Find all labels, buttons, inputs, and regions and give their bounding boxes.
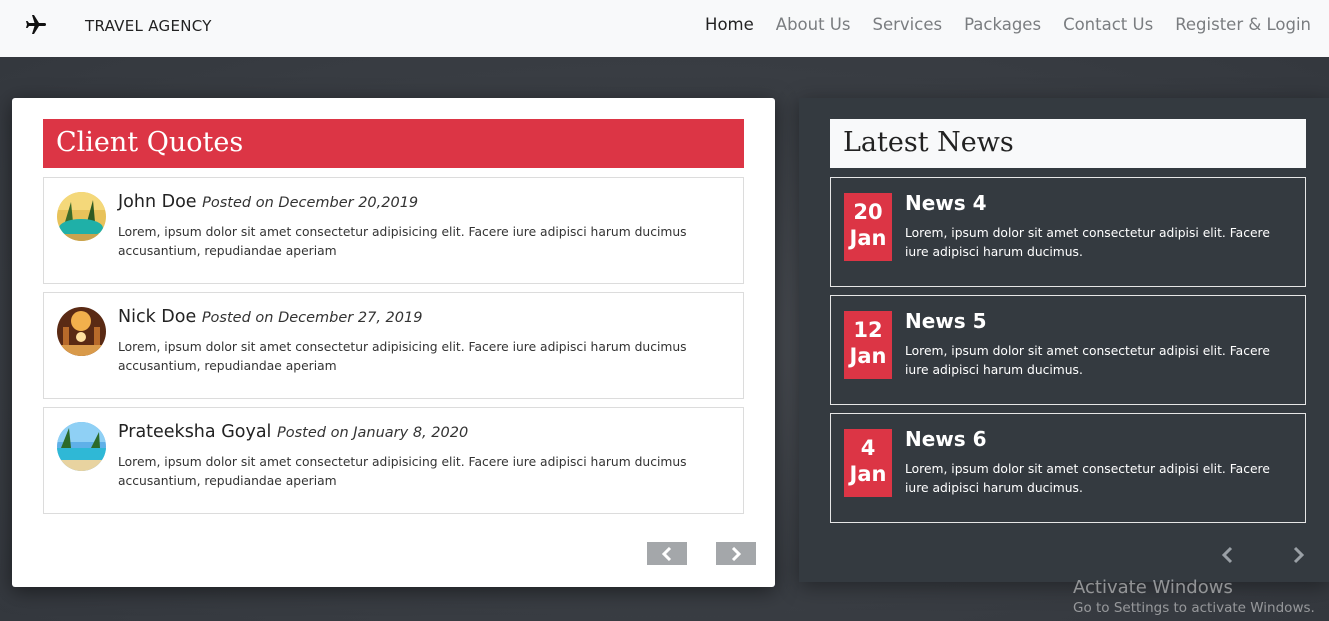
airplane-icon[interactable] (24, 13, 48, 37)
latest-news-title: Latest News (843, 127, 1014, 158)
client-quotes-panel: Client Quotes John Doe Posted on Decembe… (12, 98, 775, 587)
quote-author: Nick Doe Posted on December 27, 2019 (118, 307, 422, 327)
quote-author: John Doe Posted on December 20,2019 (118, 192, 418, 212)
chevron-right-icon (731, 546, 742, 561)
news-date-badge: 12 Jan (844, 311, 892, 379)
quote-card: Nick Doe Posted on December 27, 2019 Lor… (43, 292, 744, 399)
news-card: 12 Jan News 5 Lorem, ipsum dolor sit ame… (830, 295, 1306, 405)
news-date-month: Jan (849, 344, 887, 368)
nav-link-about-us[interactable]: About Us (776, 15, 851, 34)
avatar (57, 422, 106, 471)
nav-link-packages[interactable]: Packages (964, 15, 1041, 34)
news-date-badge: 4 Jan (844, 429, 892, 497)
news-card: 4 Jan News 6 Lorem, ipsum dolor sit amet… (830, 413, 1306, 523)
navbar: TRAVEL AGENCY Home About Us Services Pac… (0, 0, 1329, 57)
news-date-month: Jan (849, 226, 887, 250)
nav-link-home[interactable]: Home (705, 15, 754, 34)
quotes-prev-button[interactable] (647, 542, 687, 565)
quote-card: Prateeksha Goyal Posted on January 8, 20… (43, 407, 744, 514)
quote-author: Prateeksha Goyal Posted on January 8, 20… (118, 422, 468, 442)
nav-link-contact-us[interactable]: Contact Us (1063, 15, 1153, 34)
brand-name[interactable]: TRAVEL AGENCY (85, 17, 212, 35)
news-text: Lorem, ipsum dolor sit amet consectetur … (905, 344, 1270, 377)
windows-activation-watermark: Activate Windows Go to Settings to activ… (1073, 577, 1315, 616)
quote-text: Lorem, ipsum dolor sit amet consectetur … (118, 455, 687, 488)
news-title[interactable]: News 6 (905, 427, 987, 451)
news-text: Lorem, ipsum dolor sit amet consectetur … (905, 226, 1270, 259)
quote-posted-date: Posted on January 8, 2020 (276, 425, 469, 441)
news-title[interactable]: News 5 (905, 309, 987, 333)
news-next-chevron-icon[interactable] (1289, 546, 1307, 564)
news-title[interactable]: News 4 (905, 191, 987, 215)
quote-text: Lorem, ipsum dolor sit amet consectetur … (118, 340, 687, 373)
quote-posted-date: Posted on December 20,2019 (202, 195, 419, 211)
news-date-badge: 20 Jan (844, 193, 892, 261)
nav-link-services[interactable]: Services (872, 15, 942, 34)
latest-news-header: Latest News (830, 119, 1306, 168)
avatar (57, 307, 106, 356)
watermark-title: Activate Windows (1073, 577, 1233, 598)
news-date-day: 4 (860, 436, 876, 460)
news-prev-chevron-icon[interactable] (1219, 546, 1237, 564)
quote-text: Lorem, ipsum dolor sit amet consectetur … (118, 225, 687, 258)
nav-links: Home About Us Services Packages Contact … (705, 15, 1311, 34)
latest-news-panel: Latest News 20 Jan News 4 Lorem, ipsum d… (799, 98, 1329, 582)
quote-author-name: Prateeksha Goyal (118, 422, 272, 442)
quote-author-name: John Doe (118, 192, 197, 212)
news-date-day: 20 (853, 200, 883, 224)
client-quotes-header: Client Quotes (43, 119, 744, 168)
watermark-subtitle: Go to Settings to activate Windows. (1073, 600, 1315, 616)
quote-author-name: Nick Doe (118, 307, 197, 327)
quotes-next-button[interactable] (716, 542, 756, 565)
nav-link-register-login[interactable]: Register & Login (1175, 15, 1311, 34)
client-quotes-title: Client Quotes (56, 127, 244, 158)
chevron-left-icon (661, 546, 672, 561)
avatar (57, 192, 106, 241)
news-text: Lorem, ipsum dolor sit amet consectetur … (905, 462, 1270, 495)
quote-posted-date: Posted on December 27, 2019 (201, 310, 423, 326)
news-card: 20 Jan News 4 Lorem, ipsum dolor sit ame… (830, 177, 1306, 287)
news-date-month: Jan (849, 462, 887, 486)
quote-card: John Doe Posted on December 20,2019 Lore… (43, 177, 744, 284)
news-date-day: 12 (853, 318, 883, 342)
